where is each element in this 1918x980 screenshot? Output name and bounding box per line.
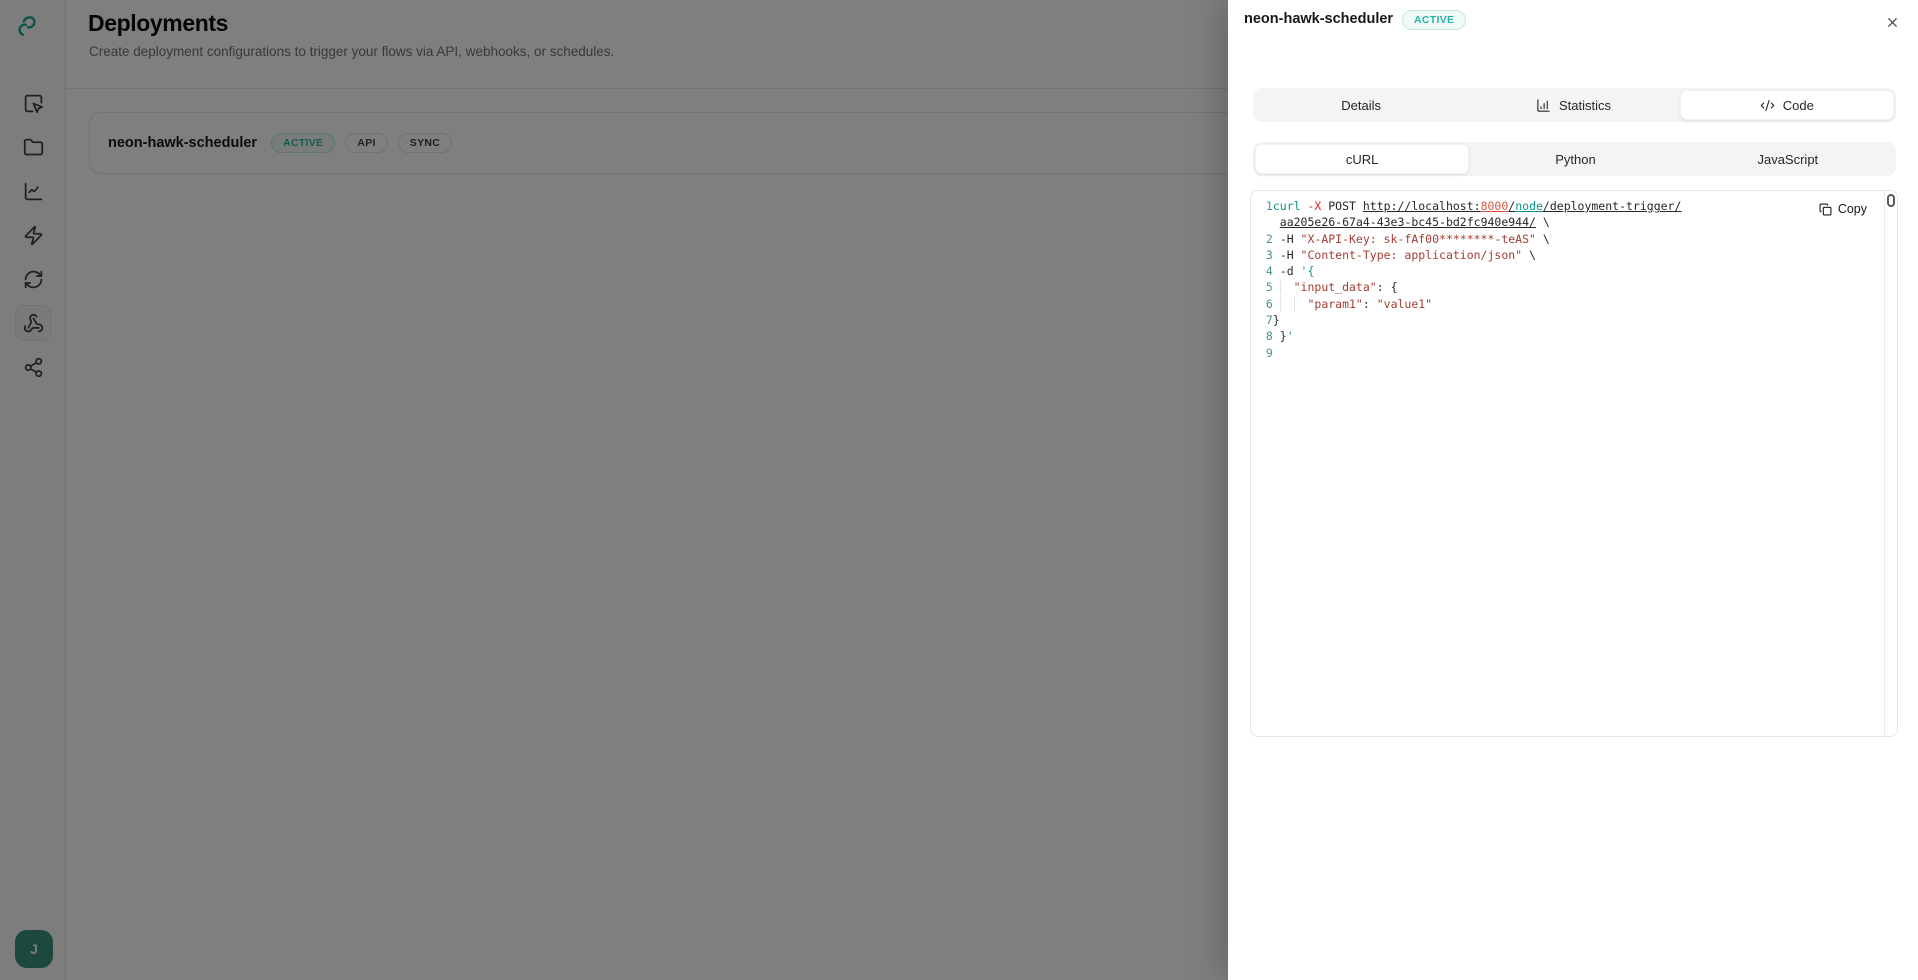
code-lines: 1curl -X POST http://localhost:8000/node… [1259, 198, 1857, 361]
panel-title: neon-hawk-scheduler [1244, 11, 1393, 27]
copy-button-label: Copy [1838, 202, 1867, 216]
code-line: 8 }' [1259, 328, 1857, 344]
code-scrollbar [1884, 191, 1897, 736]
tab-javascript[interactable]: JavaScript [1682, 144, 1894, 174]
close-button[interactable] [1880, 10, 1904, 34]
panel-status-badge: ACTIVE [1402, 10, 1466, 30]
panel-tabs: Details Statistics Code [1253, 88, 1896, 122]
tab-statistics-label: Statistics [1559, 98, 1611, 113]
tab-javascript-label: JavaScript [1757, 152, 1818, 167]
code-line: 5 "input_data": { [1259, 279, 1857, 295]
tab-code-label: Code [1783, 98, 1814, 113]
copy-button[interactable]: Copy [1819, 202, 1867, 216]
tab-curl-label: cURL [1346, 152, 1379, 167]
scrollbar-thumb[interactable] [1887, 194, 1895, 207]
code-line: 2 -H "X-API-Key: sk-fAf00********-teAS" … [1259, 231, 1857, 247]
tab-details[interactable]: Details [1255, 90, 1467, 120]
code-icon [1760, 98, 1775, 113]
tab-python-label: Python [1555, 152, 1595, 167]
chart-column-icon [1536, 98, 1551, 113]
code-line: 1curl -X POST http://localhost:8000/node… [1259, 198, 1857, 214]
code-line: 9 [1259, 345, 1857, 361]
tab-statistics[interactable]: Statistics [1467, 90, 1679, 120]
language-tabs: cURL Python JavaScript [1253, 142, 1896, 176]
code-line: 3 -H "Content-Type: application/json" \ [1259, 247, 1857, 263]
code-line: 6 "param1": "value1" [1259, 296, 1857, 312]
code-line: aa205e26-67a4-43e3-bc45-bd2fc940e944/ \ [1259, 214, 1857, 230]
tab-curl[interactable]: cURL [1255, 144, 1469, 174]
code-block: 1curl -X POST http://localhost:8000/node… [1250, 190, 1898, 737]
code-line: 4 -d '{ [1259, 263, 1857, 279]
tab-code[interactable]: Code [1680, 90, 1894, 120]
copy-icon [1819, 203, 1832, 216]
tab-details-label: Details [1341, 98, 1381, 113]
tab-python[interactable]: Python [1469, 144, 1681, 174]
close-icon [1885, 15, 1900, 30]
code-line: 7} [1259, 312, 1857, 328]
deployment-detail-panel: neon-hawk-scheduler ACTIVE Details Stati… [1228, 0, 1918, 980]
